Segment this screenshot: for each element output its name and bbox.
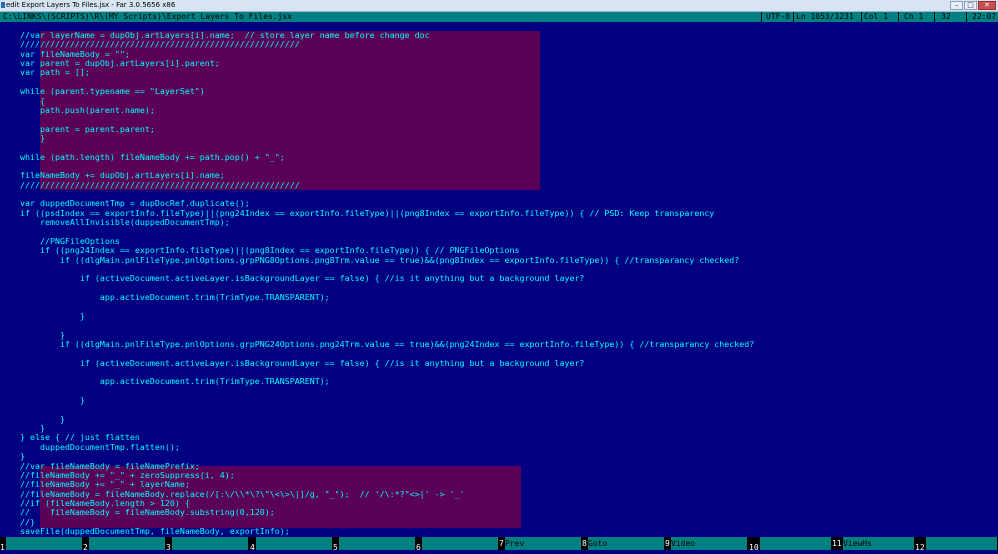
code-line[interactable]: app.activeDocument.trim(TrimType.TRANSPA… bbox=[0, 292, 754, 302]
code-line[interactable]: } bbox=[0, 133, 754, 143]
function-key-number: 10 bbox=[749, 543, 759, 552]
code-line[interactable]: if ((dlgMain.pnlFileType.pnlOptions.grpP… bbox=[0, 255, 754, 265]
status-divider bbox=[761, 12, 762, 22]
code-line[interactable]: } bbox=[0, 395, 754, 405]
function-key-3[interactable]: 3 bbox=[166, 537, 248, 552]
function-key-label: Video bbox=[671, 537, 747, 550]
function-key-number: 11 bbox=[832, 539, 842, 548]
function-key-10[interactable]: 10 bbox=[749, 537, 831, 552]
function-key-label: Goto bbox=[588, 537, 664, 550]
code-line[interactable]: // fileNameBody = fileNameBody.substring… bbox=[0, 507, 754, 517]
code-line[interactable]: if (activeDocument.activeLayer.isBackgro… bbox=[0, 273, 754, 283]
function-key-label bbox=[339, 537, 415, 550]
code-lines: //var layerName = dupObj.artLayers[i].na… bbox=[0, 30, 754, 536]
window-controls: – □ ✕ bbox=[950, 1, 996, 10]
function-key-1[interactable]: 1 bbox=[0, 537, 82, 552]
function-key-2[interactable]: 2 bbox=[83, 537, 165, 552]
function-key-7[interactable]: 7Prev bbox=[499, 537, 581, 550]
char-code: 32 bbox=[941, 12, 951, 21]
code-line[interactable]: while (path.length) fileNameBody += path… bbox=[0, 152, 754, 162]
code-line[interactable]: var path = []; bbox=[0, 68, 754, 78]
file-path: C:\LINKS\(SCRIPTS)\R\(MY Scripts)\Export… bbox=[3, 12, 292, 21]
code-line[interactable]: while (parent.typename == "LayerSet") bbox=[0, 86, 754, 96]
code-line[interactable]: if ((dlgMain.pnlFileType.pnlOptions.grpP… bbox=[0, 339, 754, 349]
function-key-label bbox=[422, 537, 498, 550]
code-line[interactable] bbox=[0, 405, 754, 414]
code-line[interactable]: duppedDocumentTmp.flatten(); bbox=[0, 442, 754, 452]
function-key-label bbox=[89, 537, 165, 550]
function-key-label bbox=[6, 537, 82, 550]
function-key-6[interactable]: 6 bbox=[416, 537, 498, 552]
function-key-label: ViewHs bbox=[843, 537, 914, 550]
function-key-9[interactable]: 9Video bbox=[665, 537, 747, 550]
code-line[interactable]: if (activeDocument.activeLayer.isBackgro… bbox=[0, 358, 754, 368]
column-position: Col 1 bbox=[864, 12, 889, 21]
function-key-11[interactable]: 11ViewHs bbox=[832, 537, 914, 550]
function-key-number: 12 bbox=[915, 543, 925, 552]
encoding-indicator: UTF-8 bbox=[766, 12, 791, 21]
line-position: Ln 1053/1231 bbox=[796, 12, 854, 21]
minimize-button[interactable]: – bbox=[950, 1, 963, 10]
function-key-label bbox=[926, 537, 997, 550]
editor-status-bar: C:\LINKS\(SCRIPTS)\R\(MY Scripts)\Export… bbox=[0, 12, 998, 22]
function-key-label bbox=[172, 537, 248, 550]
function-key-label: Prev bbox=[505, 537, 581, 550]
far-editor-window: edit Export Layers To Files.jsx - Far 3.… bbox=[0, 0, 998, 552]
function-key-4[interactable]: 4 bbox=[250, 537, 332, 552]
status-divider bbox=[793, 12, 794, 22]
function-key-label bbox=[760, 537, 831, 550]
maximize-button[interactable]: □ bbox=[964, 1, 977, 10]
code-line[interactable]: parent = parent.parent; bbox=[0, 124, 754, 134]
clock: 22:07 bbox=[972, 12, 997, 21]
code-line[interactable] bbox=[0, 387, 754, 396]
function-key-8[interactable]: 8Goto bbox=[582, 537, 664, 550]
status-divider bbox=[934, 12, 935, 22]
code-line[interactable]: path.push(parent.name); bbox=[0, 105, 754, 115]
title-bar[interactable]: edit Export Layers To Files.jsx - Far 3.… bbox=[0, 0, 998, 12]
function-key-5[interactable]: 5 bbox=[333, 537, 415, 552]
code-line[interactable] bbox=[0, 302, 754, 311]
code-line[interactable]: ////////////////////////////////////////… bbox=[0, 180, 754, 190]
char-position: Ch 1 bbox=[904, 12, 924, 21]
far-app-icon bbox=[1, 2, 5, 8]
window-title: edit Export Layers To Files.jsx - Far 3.… bbox=[6, 1, 176, 9]
code-line[interactable]: } bbox=[0, 311, 754, 321]
function-key-12[interactable]: 12 bbox=[915, 537, 997, 552]
status-divider bbox=[898, 12, 899, 22]
status-divider bbox=[966, 12, 967, 22]
code-line[interactable]: removeAllInvisible(duppedDocumentTmp); bbox=[0, 217, 754, 227]
function-key-label bbox=[256, 537, 332, 550]
code-line[interactable] bbox=[0, 321, 754, 330]
code-editor[interactable]: //var layerName = dupObj.artLayers[i].na… bbox=[0, 23, 998, 536]
code-line[interactable]: saveFile(duppedDocumentTmp, fileNameBody… bbox=[0, 526, 754, 536]
code-line[interactable]: app.activeDocument.trim(TrimType.TRANSPA… bbox=[0, 376, 754, 386]
close-button[interactable]: ✕ bbox=[978, 1, 996, 10]
code-line[interactable]: var parent = dupObj.artLayers[i].parent; bbox=[0, 58, 754, 68]
function-key-bar: 1 2 3 4 5 6 7Prev 8Goto 9Video 10 11ViewHs 12 bbox=[0, 537, 998, 552]
status-divider bbox=[861, 12, 862, 22]
code-line[interactable]: } bbox=[0, 414, 754, 424]
